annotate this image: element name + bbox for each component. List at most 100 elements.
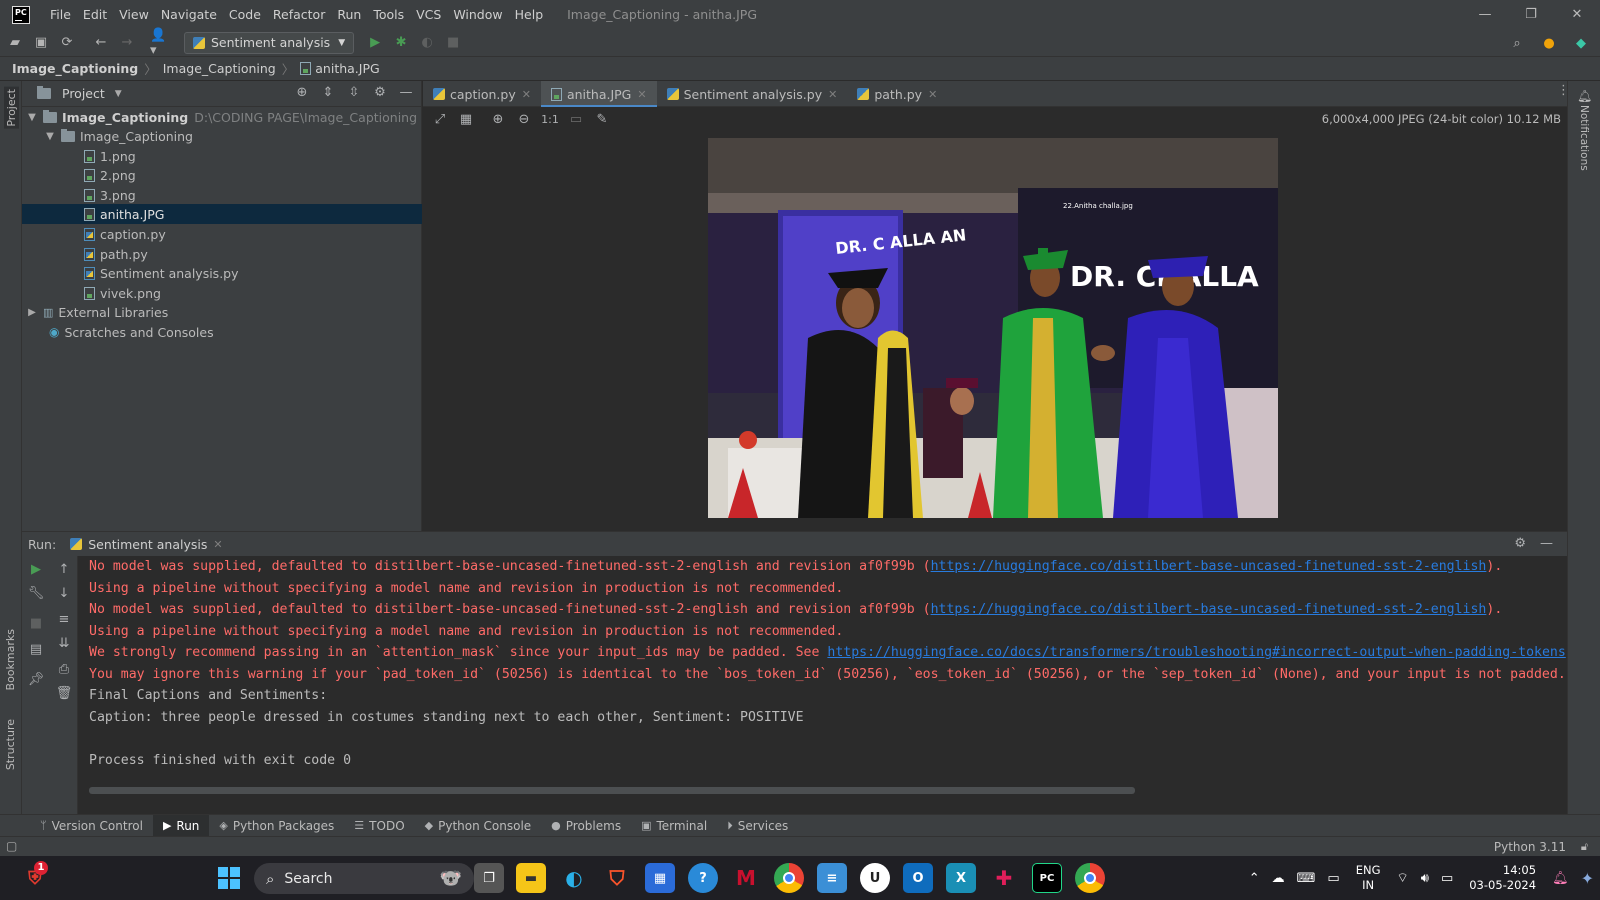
tab-anitha-jpg[interactable]: anitha.JPG ✕ <box>540 81 657 108</box>
help-icon[interactable]: ? <box>688 863 718 893</box>
breadcrumb-project[interactable]: Image_Captioning <box>12 61 138 76</box>
volume-icon[interactable]: 🔊︎ <box>1421 871 1429 886</box>
x-app-icon[interactable]: X <box>946 863 976 893</box>
breadcrumb-folder[interactable]: Image_Captioning <box>163 61 276 76</box>
zoom-in-icon[interactable]: ⊕ <box>485 112 511 127</box>
tree-item-file[interactable]: 1.png <box>22 146 422 166</box>
run-configuration-select[interactable]: Sentiment analysis ▼ <box>184 31 355 54</box>
print-icon[interactable]: ⎙ <box>55 662 73 680</box>
mcafee-icon[interactable]: M <box>731 863 761 893</box>
python-interpreter[interactable]: Python 3.11 <box>1494 840 1566 854</box>
keyboard-icon[interactable]: ⌨ <box>1297 871 1316 886</box>
clock[interactable]: 14:05 03-05-2024 <box>1469 863 1536 893</box>
gear-icon[interactable]: ⚙ <box>1514 536 1526 551</box>
battery-icon[interactable]: ▭ <box>1441 871 1453 886</box>
layout-icon[interactable]: ▤ <box>27 642 45 660</box>
project-view-select[interactable]: Project <box>62 86 105 101</box>
fit-zoom-icon[interactable]: ⤢ <box>427 112 453 127</box>
sync-icon[interactable]: ⟳ <box>56 32 78 54</box>
run-icon[interactable]: ▶ <box>364 32 386 54</box>
fit-window-icon[interactable]: ▭ <box>563 112 589 127</box>
tree-item-file-selected[interactable]: anitha.JPG <box>22 204 422 224</box>
close-icon[interactable]: ✕ <box>522 88 531 101</box>
close-icon[interactable]: ✕ <box>828 88 837 101</box>
file-explorer-icon[interactable]: ▬ <box>516 863 546 893</box>
menu-navigate[interactable]: Navigate <box>155 7 223 22</box>
display-icon[interactable]: ▭ <box>1327 871 1339 886</box>
tree-item-file[interactable]: Sentiment analysis.py <box>22 263 422 283</box>
menu-run[interactable]: Run <box>331 7 367 22</box>
back-arrow-icon[interactable]: ← <box>90 32 112 54</box>
tree-item-file[interactable]: 3.png <box>22 185 422 205</box>
start-button[interactable] <box>218 867 240 889</box>
save-all-icon[interactable]: ▣ <box>30 32 52 54</box>
tool-tab-python-packages[interactable]: ◈ Python Packages <box>209 815 344 837</box>
hide-icon[interactable]: — <box>397 85 415 100</box>
stop-icon[interactable]: ■ <box>27 616 45 634</box>
soft-wrap-icon[interactable]: ≡ <box>55 612 73 630</box>
slack-icon[interactable]: ✚ <box>989 863 1019 893</box>
scroll-up-icon[interactable]: ↑ <box>55 562 73 580</box>
chevron-down-icon[interactable]: ▼ <box>26 112 38 123</box>
chrome-profile-icon[interactable] <box>1075 863 1105 893</box>
tree-item-file[interactable]: vivek.png <box>22 283 422 303</box>
chevron-down-icon[interactable]: ▼ <box>115 89 122 99</box>
tool-tab-problems[interactable]: ● Problems <box>541 815 631 837</box>
tree-item-file[interactable]: path.py <box>22 244 422 264</box>
breadcrumb-file[interactable]: anitha.JPG <box>315 61 379 76</box>
onedrive-icon[interactable]: ☁ <box>1272 871 1285 886</box>
close-icon[interactable]: ✕ <box>928 88 937 101</box>
debug-icon[interactable]: ✱ <box>390 32 412 54</box>
tool-windows-toggle-icon[interactable]: ▢ <box>6 839 17 853</box>
forward-arrow-icon[interactable]: → <box>116 32 138 54</box>
menu-code[interactable]: Code <box>223 7 267 22</box>
minimize-button[interactable]: — <box>1462 0 1508 29</box>
tool-tab-todo[interactable]: ☰ TODO <box>344 815 414 837</box>
gear-icon[interactable]: ⚙ <box>371 85 389 100</box>
trash-icon[interactable]: 🗑︎ <box>55 686 73 704</box>
rerun-icon[interactable]: ▶ <box>27 562 45 580</box>
close-window-button[interactable]: ✕ <box>1554 0 1600 29</box>
scroll-to-end-icon[interactable]: ⇊ <box>55 636 73 654</box>
zoom-out-icon[interactable]: ⊖ <box>511 112 537 127</box>
menu-file[interactable]: File <box>44 7 77 22</box>
task-view-icon[interactable]: ❐ <box>474 863 504 893</box>
restore-button[interactable]: ❐ <box>1508 0 1554 29</box>
expand-all-icon[interactable]: ⇕ <box>319 85 337 100</box>
console-output[interactable]: No model was supplied, defaulted to dist… <box>89 556 1567 801</box>
unstop-icon[interactable]: U <box>860 863 890 893</box>
horizontal-scrollbar[interactable] <box>89 787 1135 794</box>
microsoft-store-icon[interactable]: ▦ <box>645 863 675 893</box>
console-link[interactable]: https://huggingface.co/distilbert-base-u… <box>931 602 1487 617</box>
notifications-tool-button[interactable]: Notifications <box>1578 105 1590 171</box>
menu-vcs[interactable]: VCS <box>410 7 447 22</box>
language-indicator[interactable]: ENG IN <box>1356 863 1381 893</box>
collapse-all-icon[interactable]: ⇳ <box>345 85 363 100</box>
wifi-icon[interactable]: ⌔ <box>1397 870 1409 886</box>
chrome-icon[interactable] <box>774 863 804 893</box>
notepad-icon[interactable]: ≡ <box>817 863 847 893</box>
jetbrains-toolbox-icon[interactable]: ◆ <box>1570 32 1592 54</box>
menu-refactor[interactable]: Refactor <box>267 7 331 22</box>
brave-icon[interactable]: ⛉ <box>602 863 632 893</box>
locate-icon[interactable]: ⊕ <box>293 85 311 100</box>
tool-tab-version-control[interactable]: ᛘ Version Control <box>30 815 153 837</box>
menu-window[interactable]: Window <box>447 7 508 22</box>
actual-size-button[interactable]: 1:1 <box>537 113 563 126</box>
tree-item-file[interactable]: caption.py <box>22 224 422 244</box>
tree-item-scratches[interactable]: ◉ Scratches and Consoles <box>22 322 422 342</box>
open-folder-icon[interactable]: ▰ <box>4 32 26 54</box>
lock-icon[interactable]: 🔓︎ <box>1581 840 1588 854</box>
tree-item-file[interactable]: 2.png <box>22 165 422 185</box>
chevron-up-icon[interactable]: ⌃ <box>1249 871 1260 886</box>
menu-help[interactable]: Help <box>509 7 550 22</box>
tree-item-root[interactable]: ▼ Image_Captioning D:\CODING PAGE\Image_… <box>22 107 422 127</box>
console-link[interactable]: https://huggingface.co/docs/transformers… <box>827 645 1565 660</box>
tool-tab-python-console[interactable]: ◆ Python Console <box>415 815 542 837</box>
pycharm-taskbar-icon[interactable]: PC <box>1032 863 1062 893</box>
menu-tools[interactable]: Tools <box>367 7 410 22</box>
close-icon[interactable]: ✕ <box>637 88 646 101</box>
bell-icon[interactable]: 🔔︎ <box>1577 89 1592 103</box>
structure-tool-button[interactable]: Structure <box>4 719 17 770</box>
notification-bell-icon[interactable]: 🔔︎ <box>1552 871 1569 886</box>
